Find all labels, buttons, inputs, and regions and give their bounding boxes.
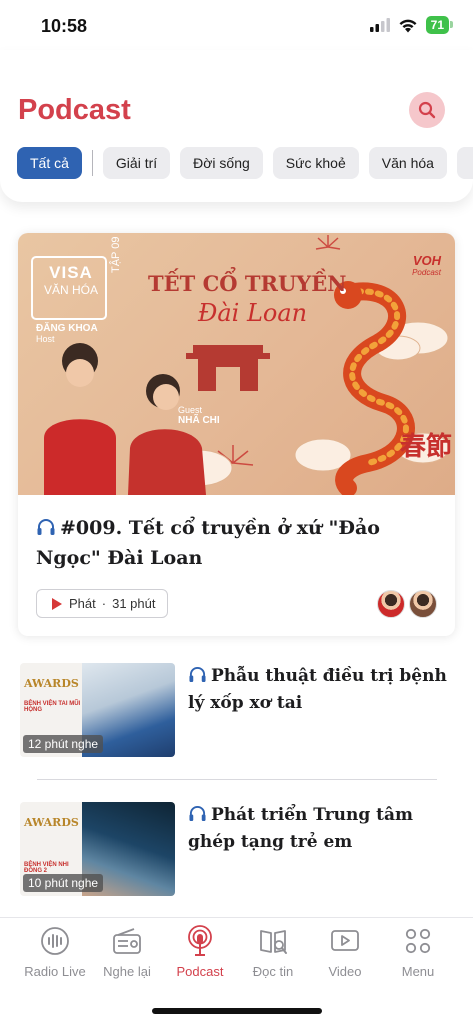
thumb-award-text: AWARDS — [24, 816, 79, 829]
episode-thumbnail[interactable]: AWARDS BỆNH VIỆN TAI MŨI HỌNG 12 phút ng… — [20, 663, 175, 757]
chip-culture[interactable]: Văn hóa — [368, 147, 447, 179]
list-divider — [37, 779, 437, 780]
nav-podcast[interactable]: Podcast — [162, 924, 238, 979]
search-icon — [418, 101, 436, 119]
dot-separator: · — [101, 596, 107, 611]
radio-live-icon — [41, 927, 69, 955]
featured-title-text: #009. Tết cổ truyền ở xứ "Đảo Ngọc" Đài … — [36, 517, 380, 569]
status-icons: 71 — [369, 16, 454, 34]
play-icon — [52, 597, 62, 610]
list-item[interactable]: AWARDS BỆNH VIỆN NHI ĐỒNG 2 10 phút nghe… — [20, 802, 453, 898]
search-button[interactable] — [409, 92, 445, 128]
guest-avatar — [409, 590, 437, 618]
episode-thumbnail[interactable]: AWARDS BỆNH VIỆN NHI ĐỒNG 2 10 phút nghe — [20, 802, 175, 896]
featured-episode-card[interactable]: 春節 VISA VĂN HÓA TẬP 09 TẾT CỔ TRUYỀN Đài… — [18, 233, 455, 636]
nav-label: Đọc tin — [252, 964, 294, 979]
cover-brand-sub: Podcast — [412, 268, 441, 277]
thumb-caption: BỆNH VIỆN NHI ĐỒNG 2 — [24, 862, 69, 874]
nav-video[interactable]: Video — [307, 924, 383, 979]
page-title: Podcast — [18, 94, 131, 126]
nav-read-news[interactable]: Đọc tin — [235, 924, 311, 979]
chip-more[interactable] — [456, 147, 473, 179]
cover-headline: TẾT CỔ TRUYỀN — [148, 271, 347, 296]
featured-title[interactable]: #009. Tết cổ truyền ở xứ "Đảo Ngọc" Đài … — [36, 513, 437, 573]
cover-episode-tag: TẬP 09 — [110, 236, 122, 274]
cover-brand-logo: VOH — [412, 253, 441, 268]
video-icon — [331, 930, 359, 951]
episode-title-text: Phẫu thuật điều trị bệnh lý xốp xơ tai — [188, 666, 447, 713]
header: Podcast Tất cả Giải trí Đời sống Sức kho… — [0, 50, 473, 202]
cover-series-sub: VĂN HÓA — [43, 283, 98, 297]
cover-headline-script: Đài Loan — [198, 299, 308, 327]
thumb-caption: BỆNH VIỆN TAI MŨI HỌNG — [24, 701, 81, 713]
nav-radio-live[interactable]: Radio Live — [17, 924, 93, 979]
cover-series-title: VISA — [49, 263, 93, 282]
episode-title-text: Phát triển Trung tâm ghép tạng trẻ em — [188, 805, 414, 852]
chip-all[interactable]: Tất cả — [17, 147, 82, 179]
chip-entertainment[interactable]: Giải trí — [102, 147, 171, 179]
episode-title[interactable]: Phẫu thuật điều trị bệnh lý xốp xơ tai — [188, 663, 453, 717]
nav-replay[interactable]: Nghe lại — [89, 924, 165, 979]
participants-avatars — [377, 590, 437, 618]
chip-divider — [91, 150, 93, 176]
wifi-icon — [399, 19, 417, 32]
host-avatar — [377, 590, 405, 618]
headphones-icon — [189, 805, 206, 822]
thumb-award-text: AWARDS — [24, 677, 79, 690]
status-bar: 10:58 71 — [0, 0, 473, 50]
episode-title[interactable]: Phát triển Trung tâm ghép tạng trẻ em — [188, 802, 453, 856]
cover-series-badge: VISA VĂN HÓA — [38, 263, 104, 297]
cover-host-role: Host — [36, 334, 55, 344]
featured-title-row[interactable]: #009. Tết cổ truyền ở xứ "Đảo Ngọc" Đài … — [36, 513, 437, 573]
featured-cover-image[interactable]: 春節 VISA VĂN HÓA TẬP 09 TẾT CỔ TRUYỀN Đài… — [18, 233, 455, 495]
cover-guest-name: NHÃ CHI — [178, 415, 220, 426]
headphones-icon — [37, 519, 55, 535]
episode-duration: 10 phút nghe — [23, 874, 104, 892]
cover-host: ĐĂNG KHOA Host — [36, 323, 98, 344]
episode-duration: 12 phút nghe — [23, 735, 104, 753]
list-item[interactable]: AWARDS BỆNH VIỆN TAI MŨI HỌNG 12 phút ng… — [20, 663, 453, 759]
cover-brand: VOH Podcast — [412, 253, 441, 277]
play-duration: 31 phút — [112, 596, 156, 611]
battery-indicator: 71 — [425, 16, 454, 34]
chinese-text: 春節 — [400, 431, 452, 462]
chip-health[interactable]: Sức khoẻ — [272, 147, 359, 179]
podcast-icon — [188, 925, 212, 956]
home-indicator — [152, 1008, 322, 1014]
play-label: Phát — [69, 596, 96, 611]
cover-guest: Guest NHÃ CHI — [178, 405, 220, 426]
nav-label: Radio Live — [24, 964, 86, 979]
book-icon — [260, 930, 287, 954]
nav-label: Podcast — [176, 964, 224, 979]
nav-label: Video — [328, 964, 362, 979]
radio-icon — [113, 928, 141, 954]
cover-guest-role: Guest — [178, 405, 203, 415]
play-button[interactable]: Phát · 31 phút — [36, 589, 169, 618]
status-time: 10:58 — [41, 16, 88, 36]
cover-host-name: ĐĂNG KHOA — [36, 323, 98, 334]
menu-icon — [405, 928, 431, 954]
nav-label: Menu — [401, 964, 435, 979]
chip-life[interactable]: Đời sống — [180, 147, 263, 179]
headphones-icon — [189, 666, 206, 683]
signal-icon — [369, 18, 390, 32]
nav-menu[interactable]: Menu — [380, 924, 456, 979]
category-chips: Tất cả Giải trí Đời sống Sức khoẻ Văn hó… — [17, 147, 473, 179]
nav-label: Nghe lại — [103, 964, 151, 979]
